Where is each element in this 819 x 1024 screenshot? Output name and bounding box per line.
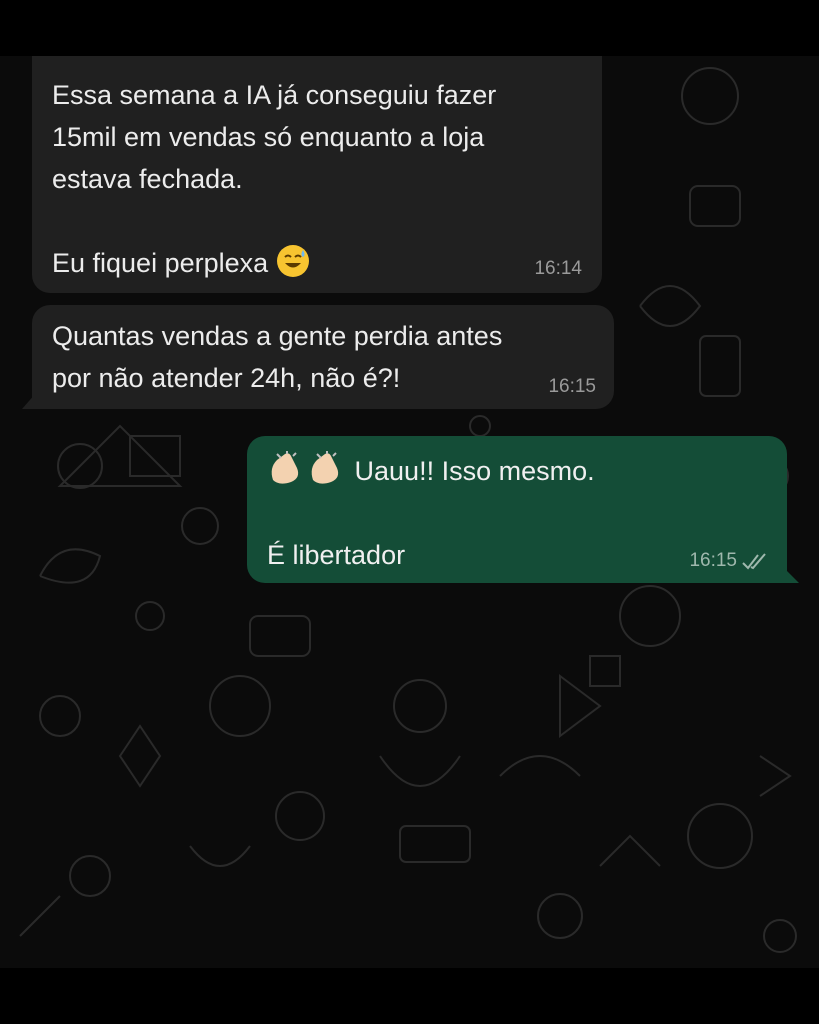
chat-area[interactable]: Essa semana a IA já conseguiu fazer 15mi… [0,56,819,968]
sweat-smile-emoji [276,245,309,277]
incoming-message-bubble[interactable]: Quantas vendas a gente perdia antes por … [32,305,614,409]
outgoing-message-bubble[interactable]: Uauu!! Isso mesmo. É libertador 16:15 [247,436,787,583]
bottom-black-bar [0,968,819,1024]
bubble-tail [22,393,36,409]
clapping-hands-emoji [271,451,299,484]
top-black-bar [0,0,819,56]
bubble-tail [783,567,799,583]
incoming-message-bubble[interactable]: Essa semana a IA já conseguiu fazer 15mi… [32,56,602,293]
message-time: 16:15 [689,550,737,571]
read-double-check-icon [742,553,766,570]
clapping-hands-emoji [311,451,339,484]
message-time: 16:14 [534,258,582,279]
message-time: 16:15 [548,376,596,397]
message-text: Quantas vendas a gente perdia antes por … [52,321,503,393]
message-text: Essa semana a IA já conseguiu fazer 15mi… [52,80,497,278]
